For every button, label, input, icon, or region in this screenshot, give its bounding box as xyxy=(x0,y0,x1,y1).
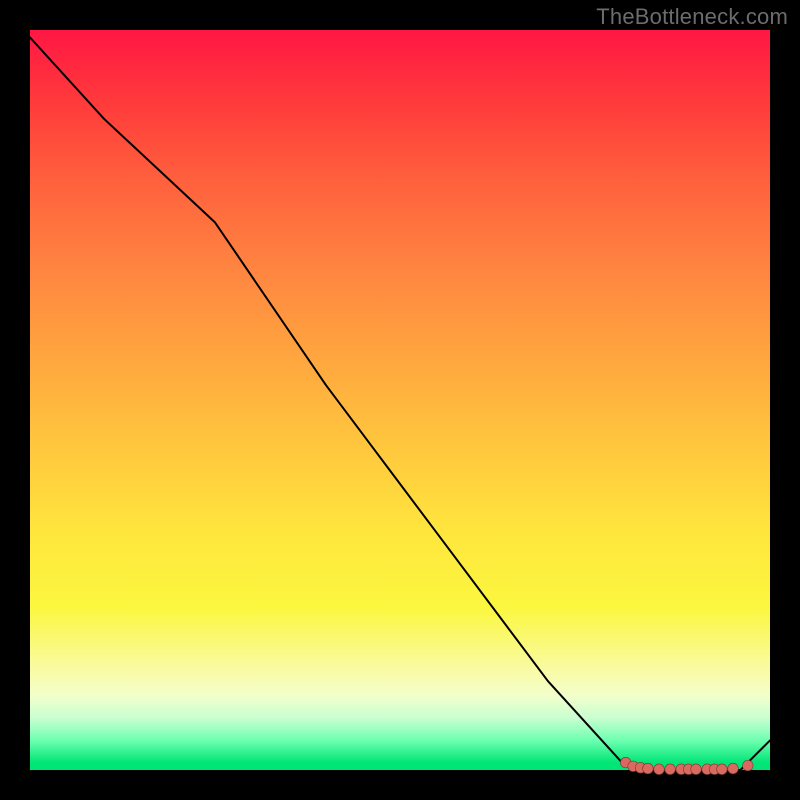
data-marker xyxy=(743,760,754,771)
data-marker xyxy=(717,764,728,775)
bottleneck-curve xyxy=(30,37,770,770)
chart-svg xyxy=(30,30,770,770)
plot-area xyxy=(30,30,770,770)
data-marker xyxy=(665,764,676,775)
data-marker xyxy=(643,763,654,774)
data-marker xyxy=(691,764,702,775)
data-marker xyxy=(654,764,665,775)
chart-frame: TheBottleneck.com xyxy=(0,0,800,800)
watermark-text: TheBottleneck.com xyxy=(596,4,788,30)
data-marker xyxy=(728,763,739,774)
marker-group xyxy=(620,757,753,774)
